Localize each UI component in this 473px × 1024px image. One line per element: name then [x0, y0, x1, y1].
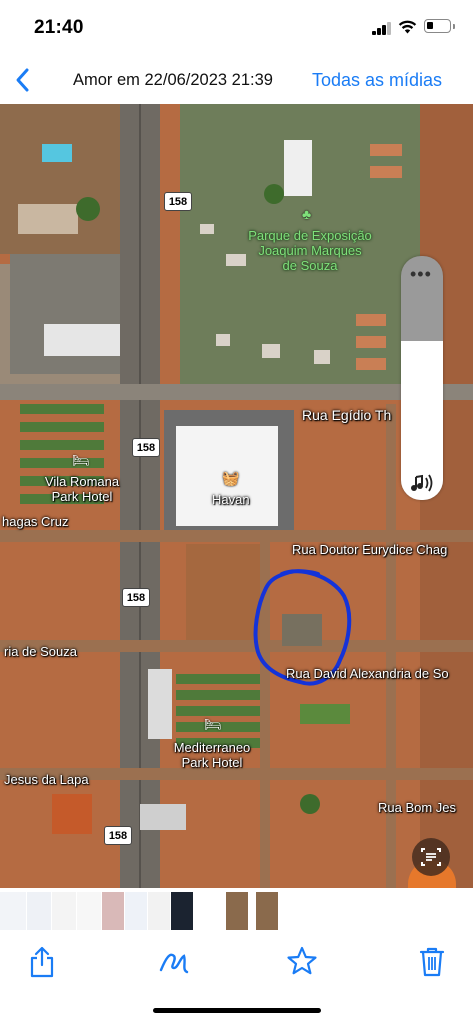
photo-title: Amor em 22/06/2023 21:39	[73, 71, 273, 89]
thumbnail[interactable]	[102, 892, 124, 930]
label-park-line2: Joaquim Marques	[258, 243, 362, 258]
trash-icon	[419, 947, 445, 977]
hotel-bed-icon: 🛏	[72, 452, 90, 468]
thumbnail[interactable]	[196, 892, 222, 930]
label-park-line3: de Souza	[282, 258, 338, 273]
road-shield-158: 158	[132, 438, 160, 457]
thumbnail[interactable]	[125, 892, 147, 930]
label-park: Parque de Exposição Joaquim Marques de S…	[240, 228, 380, 273]
hotel-bed-icon: 🛏	[204, 716, 222, 732]
label-park-line1: Parque de Exposição	[248, 228, 372, 243]
road-shield-158: 158	[122, 588, 150, 607]
wifi-icon	[398, 20, 417, 34]
live-text-button[interactable]	[412, 838, 450, 876]
label-mediterraneo: Mediterraneo Park Hotel	[162, 740, 262, 770]
thumbnail-current[interactable]	[226, 892, 248, 930]
label-ria-de-souza: ria de Souza	[4, 644, 77, 659]
status-bar: 21:40	[0, 0, 473, 56]
road-shield-158: 158	[164, 192, 192, 211]
markup-button[interactable]	[156, 944, 192, 978]
status-time: 21:40	[34, 17, 84, 38]
thumbnail[interactable]	[171, 892, 193, 930]
thumbnail[interactable]	[148, 892, 170, 930]
label-jesus-da-lapa: Jesus da Lapa	[4, 772, 89, 787]
live-text-icon	[421, 848, 441, 866]
share-icon	[30, 946, 54, 978]
thumbnail[interactable]	[256, 892, 278, 930]
delete-button[interactable]	[414, 944, 450, 978]
label-mediterraneo-line2: Park Hotel	[181, 755, 243, 770]
label-havan: Havan	[212, 492, 250, 507]
label-mediterraneo-line1: Mediterraneo	[173, 740, 251, 755]
thumbnail[interactable]	[77, 892, 101, 930]
home-indicator[interactable]	[153, 1008, 321, 1013]
label-vila-romana-line1: Vila Romana	[44, 474, 120, 489]
label-rua-bom-jes: Rua Bom Jes	[378, 800, 457, 815]
speaker-wave-icon	[411, 474, 433, 492]
road-shield-158: 158	[104, 826, 132, 845]
markup-pen-icon	[159, 953, 189, 974]
back-button[interactable]	[10, 66, 38, 94]
label-chagas-cruz: hagas Cruz	[2, 514, 69, 529]
label-vila-romana: Vila Romana Park Hotel	[34, 474, 130, 504]
more-dots-icon: •••	[410, 264, 432, 284]
thumbnail[interactable]	[52, 892, 76, 930]
label-rua-egidio: Rua Egídio Th	[302, 407, 392, 423]
share-button[interactable]	[24, 944, 60, 978]
nav-bar: Amor em 22/06/2023 21:39 Todas as mídias	[0, 56, 473, 104]
favorite-button[interactable]	[284, 944, 320, 978]
label-vila-romana-line2: Park Hotel	[51, 489, 113, 504]
thumbnail-strip[interactable]	[0, 888, 473, 936]
star-icon	[287, 946, 317, 975]
label-rua-david: Rua David Alexandria de So	[286, 666, 449, 681]
thumbnail[interactable]	[27, 892, 51, 930]
volume-hud[interactable]: •••	[401, 256, 443, 500]
cellular-signal-icon	[372, 22, 392, 35]
thumbnail[interactable]	[0, 892, 26, 930]
shopping-basket-icon: 🧺	[222, 470, 240, 486]
label-rua-doutor: Rua Doutor Eurydice Chag	[292, 542, 448, 557]
battery-cap	[453, 24, 455, 29]
park-tree-icon: ♣	[302, 206, 312, 222]
chevron-left-icon	[16, 68, 29, 92]
battery-icon	[424, 19, 451, 33]
all-media-button[interactable]: Todas as mídias	[312, 70, 442, 91]
